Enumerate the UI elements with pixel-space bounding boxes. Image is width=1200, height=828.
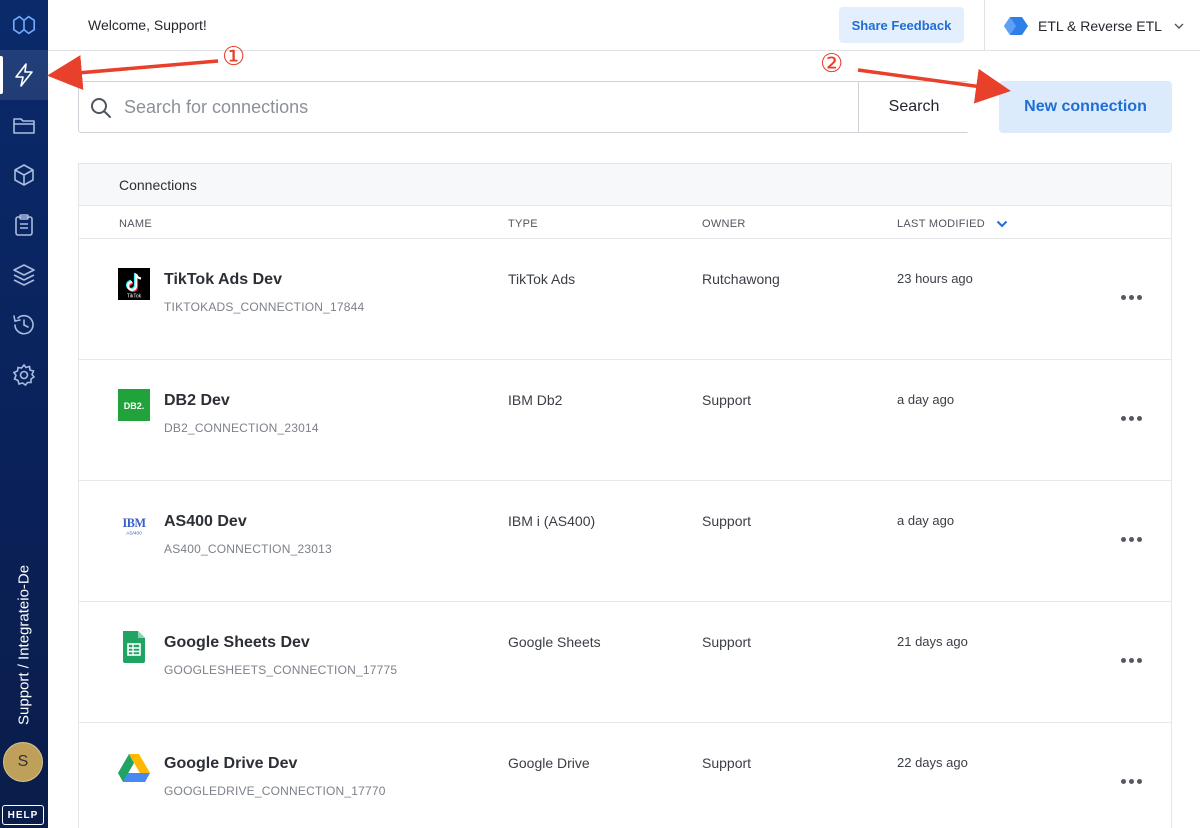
more-options-icon[interactable] — [1115, 527, 1147, 551]
gear-icon — [12, 363, 36, 387]
connection-id: DB2_CONNECTION_23014 — [164, 421, 319, 435]
share-feedback-button[interactable]: Share Feedback — [839, 7, 964, 43]
more-options-icon[interactable] — [1115, 769, 1147, 793]
history-icon — [13, 314, 34, 335]
sidebar-item-jobs[interactable] — [0, 200, 48, 250]
chevron-down-icon — [1174, 23, 1184, 29]
search-box: Search — [78, 81, 969, 133]
more-options-icon[interactable] — [1115, 285, 1147, 309]
table-row[interactable]: Google Drive Dev GOOGLEDRIVE_CONNECTION_… — [79, 723, 1171, 828]
connection-type: IBM i (AS400) — [508, 513, 596, 529]
sidebar-item-components[interactable] — [0, 150, 48, 200]
connection-type: IBM Db2 — [508, 392, 563, 408]
connection-owner: Support — [702, 634, 752, 650]
column-header-owner[interactable]: OWNER — [702, 218, 746, 230]
package-icon — [14, 164, 34, 186]
table-row[interactable]: Google Sheets Dev GOOGLESHEETS_CONNECTIO… — [79, 602, 1171, 723]
connection-name[interactable]: Google Drive Dev — [164, 755, 297, 773]
new-connection-button[interactable]: New connection — [999, 81, 1172, 133]
connection-id: AS400_CONNECTION_23013 — [164, 542, 332, 556]
connection-last-modified: 22 days ago — [897, 755, 968, 770]
avatar[interactable]: S — [3, 742, 43, 782]
annotation-arrow-1 — [47, 55, 219, 91]
sidebar-item-history[interactable] — [0, 300, 48, 350]
lightning-icon — [15, 63, 33, 87]
connection-name[interactable]: TikTok Ads Dev — [164, 271, 282, 289]
product-switcher[interactable]: ETL & Reverse ETL — [1004, 12, 1184, 40]
connection-name[interactable]: DB2 Dev — [164, 392, 230, 410]
connection-type: Google Drive — [508, 755, 590, 771]
connection-last-modified: 23 hours ago — [897, 271, 973, 286]
table-row[interactable]: TikTok TikTok Ads Dev TIKTOKADS_CONNECTI… — [79, 239, 1171, 360]
connection-owner: Support — [702, 755, 752, 771]
tiktok-logo-text: TikTok — [127, 294, 142, 300]
table-row[interactable]: DB2. DB2 Dev DB2_CONNECTION_23014 IBM Db… — [79, 360, 1171, 481]
column-header-name[interactable]: NAME — [119, 218, 152, 230]
sidebar-item-settings[interactable] — [0, 350, 48, 400]
connection-type: TikTok Ads — [508, 271, 576, 287]
more-options-icon[interactable] — [1115, 648, 1147, 672]
column-header-last-modified-label: LAST MODIFIED — [897, 218, 986, 230]
connection-name[interactable]: Google Sheets Dev — [164, 634, 310, 652]
ibm-logo-icon: IBM AS/400 — [118, 510, 150, 542]
column-header-last-modified[interactable]: LAST MODIFIED — [897, 218, 1008, 230]
connection-last-modified: a day ago — [897, 513, 955, 528]
search-input[interactable] — [124, 90, 854, 124]
more-options-icon[interactable] — [1115, 406, 1147, 430]
search-icon — [89, 96, 113, 120]
sidebar-item-packages[interactable] — [0, 100, 48, 150]
connection-owner: Rutchawong — [702, 271, 780, 287]
connection-last-modified: a day ago — [897, 392, 955, 407]
connection-id: GOOGLESHEETS_CONNECTION_17775 — [164, 663, 398, 677]
google-sheets-logo-icon — [118, 631, 150, 663]
search-button[interactable]: Search — [858, 82, 969, 132]
sort-chevron-down-icon[interactable] — [996, 220, 1008, 228]
connection-type: Google Sheets — [508, 634, 601, 650]
column-header-type[interactable]: TYPE — [508, 218, 538, 230]
top-header: Welcome, Support! Share Feedback ETL & R… — [48, 0, 1200, 51]
sidebar-item-layers[interactable] — [0, 250, 48, 300]
ibm-logo-subtext: AS/400 — [126, 530, 142, 535]
workspace-label[interactable]: Support / Integrateio-De — [8, 540, 40, 725]
welcome-message: Welcome, Support! — [88, 17, 207, 33]
table-title: Connections — [79, 164, 1171, 206]
google-drive-logo-icon — [118, 752, 150, 784]
integrate-logo-icon[interactable] — [0, 0, 48, 50]
ibm-logo-text: IBM — [122, 516, 146, 530]
tiktok-logo-icon: TikTok — [118, 268, 150, 300]
connection-name[interactable]: AS400 Dev — [164, 513, 247, 531]
layers-icon — [13, 264, 35, 286]
annotation-step-2: ② — [820, 49, 844, 79]
clipboard-icon — [15, 214, 33, 236]
folder-icon — [13, 118, 35, 134]
db2-logo-text: DB2. — [124, 401, 145, 411]
connection-owner: Support — [702, 513, 752, 529]
header-divider — [984, 0, 985, 51]
connection-id: TIKTOKADS_CONNECTION_17844 — [164, 300, 365, 314]
product-logo-icon — [1004, 17, 1028, 35]
connections-table: Connections NAME TYPE OWNER LAST MODIFIE… — [78, 163, 1172, 828]
connection-owner: Support — [702, 392, 752, 408]
table-row[interactable]: IBM AS/400 AS400 Dev AS400_CONNECTION_23… — [79, 481, 1171, 602]
connection-last-modified: 21 days ago — [897, 634, 968, 649]
connection-id: GOOGLEDRIVE_CONNECTION_17770 — [164, 784, 386, 798]
sidebar: Support / Integrateio-De S HELP — [0, 0, 48, 828]
db2-logo-icon: DB2. — [118, 389, 150, 421]
help-button[interactable]: HELP — [2, 805, 44, 825]
product-label: ETL & Reverse ETL — [1038, 18, 1162, 34]
sidebar-item-connections[interactable] — [0, 50, 48, 100]
